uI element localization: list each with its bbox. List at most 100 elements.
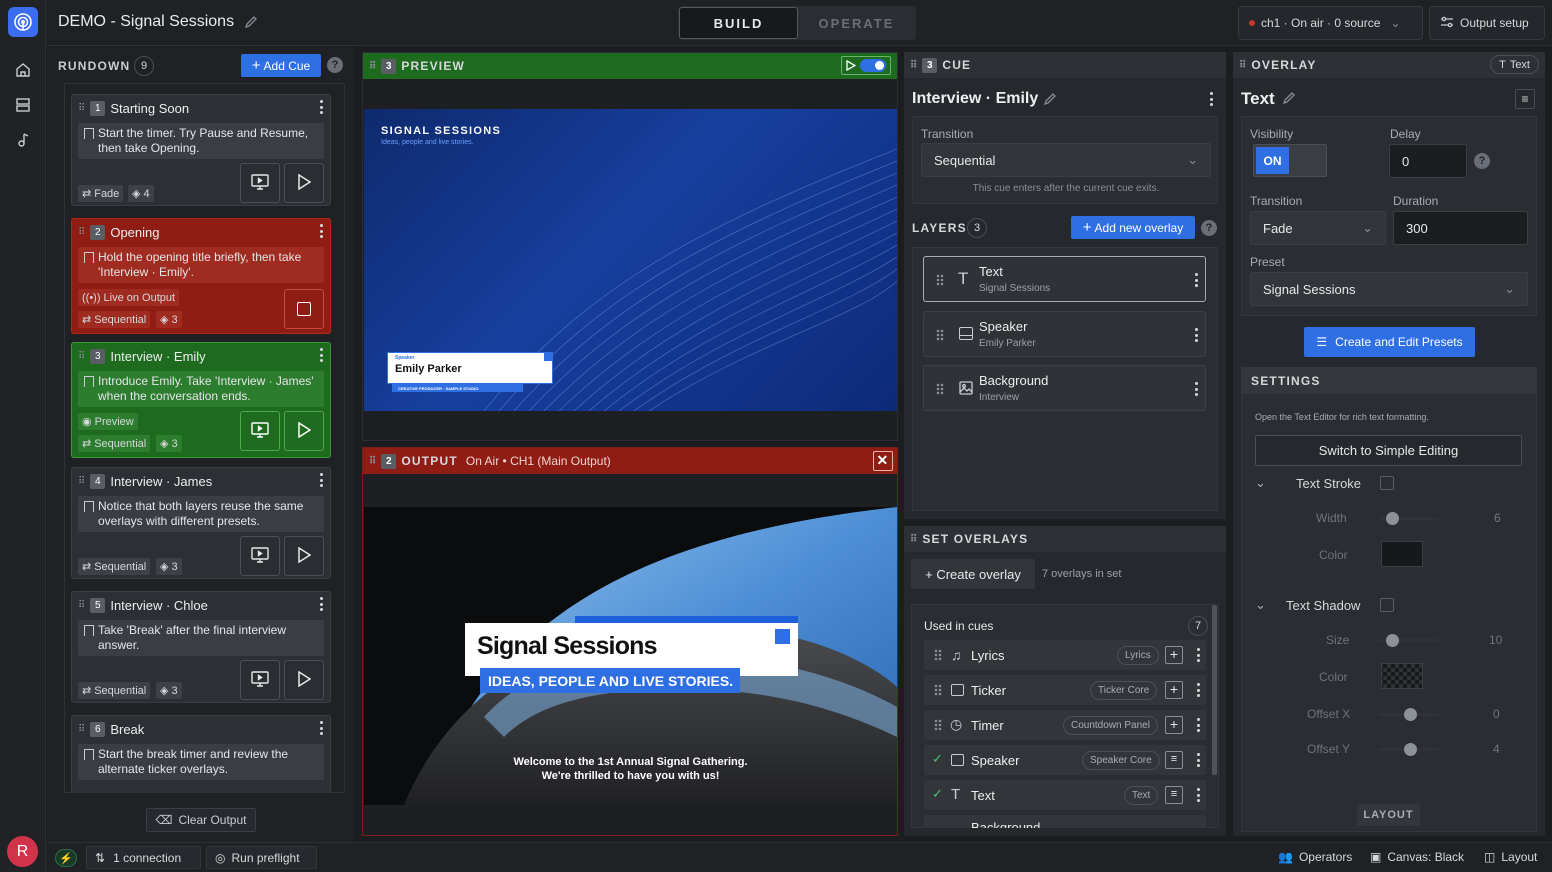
output-setup-button[interactable]: Output setup [1429,6,1545,40]
drag-handle-icon[interactable]: ⠿ [910,534,917,545]
drag-handle-icon[interactable]: ⠿ [369,456,376,467]
power-icon[interactable]: ⚡ [55,849,77,867]
visibility-toggle[interactable]: ON [1253,144,1327,177]
add-cue-button[interactable]: + Add Cue [241,54,321,77]
overlay-row[interactable]: ◷ Timer Countdown Panel + [924,710,1206,740]
layer-item[interactable]: Background Interview [923,365,1206,411]
more-icon[interactable] [1197,753,1201,767]
text-stroke-checkbox[interactable] [1380,476,1394,490]
create-edit-presets-button[interactable]: ☰ Create and Edit Presets [1304,327,1475,357]
drag-handle-icon[interactable]: ⠿ [78,724,85,735]
drag-handle-icon[interactable]: ⠿ [78,351,85,362]
connections-button[interactable]: ⇅ 1 connection [86,846,201,869]
channel-select[interactable]: ch1 · On air · 0 source ⌄ [1238,6,1423,40]
cue-card[interactable]: ⠿ 1 Starting Soon Start the timer. Try Pau… [71,94,331,206]
layout-section-tab[interactable]: LAYOUT [1357,804,1420,826]
drag-handle-icon[interactable]: ⠿ [1239,60,1246,71]
offset-y-slider[interactable] [1378,743,1440,756]
layer-item[interactable]: T Text Signal Sessions [923,256,1206,302]
overlay-transition-select[interactable]: Fade ⌄ [1250,211,1386,245]
add-to-cue-button[interactable]: + [1165,681,1183,699]
more-icon[interactable] [1197,683,1201,697]
overlay-row[interactable]: ♫ Lyrics Lyrics + [924,640,1206,670]
text-editor-icon[interactable]: ≡ [1515,89,1535,109]
preview-button[interactable] [240,163,280,203]
overlay-row[interactable]: Background [924,815,1206,828]
close-icon[interactable]: ✕ [873,451,893,471]
shadow-color-swatch[interactable] [1381,663,1423,689]
more-icon[interactable] [320,597,324,611]
more-icon[interactable] [1197,648,1201,662]
pencil-icon[interactable] [1282,91,1296,108]
remove-from-cue-button[interactable]: ≡ [1165,786,1183,804]
layer-item[interactable]: Speaker Emily Parker [923,311,1206,357]
help-icon[interactable]: ? [1201,220,1217,236]
home-icon[interactable] [13,60,33,80]
more-icon[interactable] [1197,718,1201,732]
rundown-icon[interactable] [13,95,33,115]
width-slider[interactable] [1378,512,1440,525]
more-icon[interactable] [320,100,324,114]
music-icon[interactable] [13,130,33,150]
tab-build[interactable]: BUILD [679,7,798,39]
drag-handle-icon[interactable] [936,329,944,341]
more-icon[interactable] [1195,382,1199,396]
toggle-switch[interactable] [860,59,886,72]
canvas-button[interactable]: ▣ Canvas: Black [1370,850,1464,864]
preview-button[interactable] [240,411,280,451]
more-icon[interactable] [320,224,324,238]
delay-input[interactable]: 0 [1389,144,1467,178]
help-icon[interactable]: ? [327,57,343,73]
drag-handle-icon[interactable]: ⠿ [369,61,376,72]
take-button[interactable] [284,660,324,700]
overlay-row[interactable]: ✓ T Text Text ≡ [924,780,1206,810]
drag-handle-icon[interactable]: ⠿ [78,600,85,611]
avatar[interactable]: R [7,836,38,867]
duration-input[interactable]: 300 [1393,211,1528,245]
add-to-cue-button[interactable]: + [1165,716,1183,734]
preview-button[interactable] [240,536,280,576]
drag-handle-icon[interactable]: ⠿ [78,476,85,487]
simple-editing-button[interactable]: Switch to Simple Editing [1255,435,1522,466]
more-icon[interactable] [320,721,324,735]
overlay-row[interactable]: Ticker Ticker Core + [924,675,1206,705]
more-icon[interactable] [1197,788,1201,802]
drag-handle-icon[interactable] [934,719,942,731]
preset-select[interactable]: Signal Sessions ⌄ [1250,272,1528,306]
size-slider[interactable] [1378,634,1440,647]
drag-handle-icon[interactable]: ⠿ [78,103,85,114]
layout-button[interactable]: ◫ Layout [1484,850,1537,864]
chevron-down-icon[interactable]: ⌄ [1255,475,1266,491]
cue-card-preview[interactable]: ⠿ 3 Interview · Emily Introduce Emily. Tak… [71,342,331,458]
drag-handle-icon[interactable] [934,684,942,696]
drag-handle-icon[interactable]: ⠿ [910,60,917,71]
offset-x-slider[interactable] [1378,708,1440,721]
preview-button[interactable] [240,660,280,700]
more-icon[interactable] [1195,273,1199,287]
more-icon[interactable] [1195,328,1199,342]
more-icon[interactable] [320,473,324,487]
cue-card[interactable]: ⠿ 5 Interview · Chloe Take 'Break' after t… [71,591,331,703]
cue-card-live[interactable]: ⠿ 2 Opening Hold the opening title briefly… [71,218,331,334]
drag-handle-icon[interactable]: ⠿ [78,227,85,238]
pencil-icon[interactable] [244,15,258,32]
take-button[interactable] [284,163,324,203]
add-overlay-button[interactable]: + Add new overlay [1071,216,1195,239]
take-button[interactable] [284,536,324,576]
text-shadow-checkbox[interactable] [1380,598,1394,612]
help-icon[interactable]: ? [1474,153,1490,169]
cue-card[interactable]: ⠿ 6 Break Start the break timer and review… [71,715,331,793]
run-preflight-button[interactable]: ◎ Run preflight [206,846,317,869]
autoplay-toggle[interactable] [841,56,891,75]
drag-handle-icon[interactable] [936,383,944,395]
operators-button[interactable]: 👥 Operators [1278,850,1352,864]
pencil-icon[interactable] [1043,92,1057,109]
transition-select[interactable]: Sequential ⌄ [921,143,1211,177]
stroke-color-swatch[interactable] [1381,541,1423,567]
remove-from-cue-button[interactable]: ≡ [1165,751,1183,769]
tab-operate[interactable]: OPERATE [798,7,915,39]
drag-handle-icon[interactable] [934,649,942,661]
stop-button[interactable] [284,289,324,329]
more-icon[interactable] [1210,92,1214,106]
scrollbar[interactable] [1212,605,1217,775]
